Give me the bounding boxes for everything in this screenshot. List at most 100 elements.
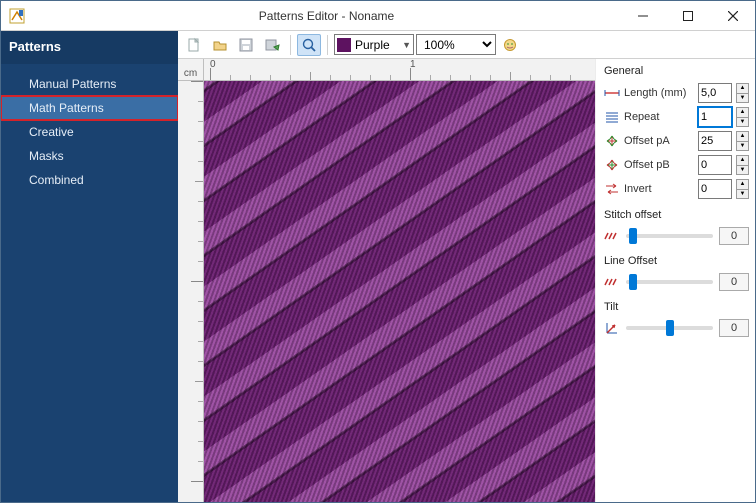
- sidebar-item-manual-patterns[interactable]: Manual Patterns: [1, 72, 178, 96]
- stitch-offset-slider[interactable]: [626, 234, 713, 238]
- section-tilt: Tilt 0: [604, 301, 749, 339]
- sidebar-item-label: Combined: [29, 173, 84, 187]
- prop-label: Offset pB: [624, 159, 694, 171]
- prop-row-repeat: Repeat ▲▼: [604, 105, 749, 129]
- horizontal-ruler[interactable]: 0 1: [204, 59, 595, 81]
- zoom-tool-button[interactable]: [297, 34, 321, 56]
- offset-pa-input[interactable]: [698, 131, 732, 151]
- sidebar-item-label: Creative: [29, 125, 74, 139]
- canvas-area: cm 0 1: [178, 59, 595, 502]
- section-line-offset: Line Offset 0: [604, 255, 749, 293]
- tilt-icon: [604, 320, 620, 336]
- maximize-button[interactable]: [665, 1, 710, 30]
- section-title: Tilt: [604, 301, 749, 313]
- offset-pb-icon: [604, 157, 620, 173]
- prop-row-offset-pb: Offset pB ▲▼: [604, 153, 749, 177]
- new-button[interactable]: [182, 34, 206, 56]
- prop-label: Length (mm): [624, 87, 694, 99]
- tilt-slider[interactable]: [626, 326, 713, 330]
- open-button[interactable]: [208, 34, 232, 56]
- properties-panel: General Length (mm) ▲▼ Repeat ▲▼: [595, 59, 755, 502]
- view-options-button[interactable]: [498, 34, 522, 56]
- minimize-button[interactable]: [620, 1, 665, 30]
- ruler-unit: cm: [178, 59, 204, 81]
- slider-thumb[interactable]: [629, 228, 637, 244]
- sidebar-title: Patterns: [1, 31, 178, 64]
- sidebar-item-math-patterns[interactable]: Math Patterns: [1, 96, 178, 120]
- invert-icon: [604, 181, 620, 197]
- close-button[interactable]: [710, 1, 755, 30]
- repeat-icon: [604, 109, 620, 125]
- save-button[interactable]: [234, 34, 258, 56]
- prop-row-offset-pa: Offset pA ▲▼: [604, 129, 749, 153]
- slider-row-line: 0: [604, 271, 749, 293]
- vertical-ruler[interactable]: [178, 81, 204, 502]
- length-input[interactable]: [698, 83, 732, 103]
- section-title: Line Offset: [604, 255, 749, 267]
- line-offset-icon: [604, 274, 620, 290]
- spin-down[interactable]: ▼: [736, 165, 749, 176]
- sidebar-item-masks[interactable]: Masks: [1, 144, 178, 168]
- offset-pb-input[interactable]: [698, 155, 732, 175]
- spin-up[interactable]: ▲: [736, 131, 749, 141]
- toolbar: Purple ▼ 100%: [178, 31, 755, 59]
- spin-down[interactable]: ▼: [736, 141, 749, 152]
- repeat-spinner[interactable]: ▲▼: [736, 107, 749, 127]
- section-title: Stitch offset: [604, 209, 749, 221]
- invert-spinner[interactable]: ▲▼: [736, 179, 749, 199]
- offset-pa-spinner[interactable]: ▲▼: [736, 131, 749, 151]
- section-stitch-offset: Stitch offset 0: [604, 209, 749, 247]
- stitch-offset-icon: [604, 228, 620, 244]
- sidebar-items: Manual Patterns Math Patterns Creative M…: [1, 64, 178, 192]
- toolbar-divider: [327, 35, 328, 55]
- chevron-down-icon: ▼: [402, 40, 411, 50]
- main: Purple ▼ 100% cm 0: [178, 31, 755, 502]
- line-offset-slider[interactable]: [626, 280, 713, 284]
- sidebar-item-combined[interactable]: Combined: [1, 168, 178, 192]
- sidebar: Patterns Manual Patterns Math Patterns C…: [1, 31, 178, 502]
- line-offset-value: 0: [719, 273, 749, 291]
- app-icon: [9, 8, 25, 24]
- prop-row-length: Length (mm) ▲▼: [604, 81, 749, 105]
- spin-up[interactable]: ▲: [736, 107, 749, 117]
- spin-up[interactable]: ▲: [736, 155, 749, 165]
- section-title: General: [604, 65, 749, 77]
- length-icon: [604, 85, 620, 101]
- color-swatch: [337, 38, 351, 52]
- spin-down[interactable]: ▼: [736, 189, 749, 200]
- sidebar-item-label: Math Patterns: [29, 101, 104, 115]
- section-general: General Length (mm) ▲▼ Repeat ▲▼: [604, 65, 749, 201]
- ruler-label: 1: [410, 59, 416, 70]
- zoom-select[interactable]: 100%: [416, 34, 496, 55]
- slider-thumb[interactable]: [666, 320, 674, 336]
- toolbar-divider: [290, 35, 291, 55]
- prop-label: Offset pA: [624, 135, 694, 147]
- title-bar: Patterns Editor - Noname: [1, 1, 755, 31]
- invert-input[interactable]: [698, 179, 732, 199]
- pattern-preview: [204, 81, 595, 502]
- spin-down[interactable]: ▼: [736, 93, 749, 104]
- color-select[interactable]: Purple ▼: [334, 34, 414, 55]
- spin-up[interactable]: ▲: [736, 83, 749, 93]
- spin-down[interactable]: ▼: [736, 117, 749, 128]
- offset-pb-spinner[interactable]: ▲▼: [736, 155, 749, 175]
- app-window: Patterns Editor - Noname Patterns Manual…: [0, 0, 756, 503]
- canvas[interactable]: [204, 81, 595, 502]
- ruler-label: 0: [210, 59, 216, 70]
- ruler-row: cm 0 1: [178, 59, 595, 81]
- prop-label: Repeat: [624, 111, 694, 123]
- slider-row-tilt: 0: [604, 317, 749, 339]
- repeat-input[interactable]: [698, 107, 732, 127]
- sidebar-item-label: Masks: [29, 149, 64, 163]
- prop-label: Invert: [624, 183, 694, 195]
- window-controls: [620, 1, 755, 30]
- slider-thumb[interactable]: [629, 274, 637, 290]
- sidebar-item-label: Manual Patterns: [29, 77, 116, 91]
- save-to-library-button[interactable]: [260, 34, 284, 56]
- offset-pa-icon: [604, 133, 620, 149]
- length-spinner[interactable]: ▲▼: [736, 83, 749, 103]
- sidebar-item-creative[interactable]: Creative: [1, 120, 178, 144]
- workbody: cm 0 1: [178, 59, 755, 502]
- canvas-row: [178, 81, 595, 502]
- spin-up[interactable]: ▲: [736, 179, 749, 189]
